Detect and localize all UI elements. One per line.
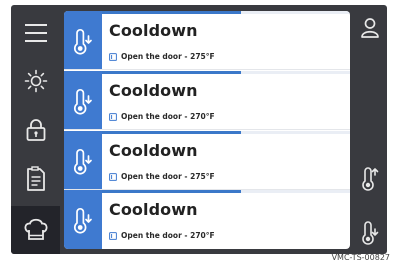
program-list: Cooldown Open the door - 275°F Cooldown Ope… (64, 11, 350, 249)
card-title: Cooldown (109, 141, 198, 160)
temperature-down-button[interactable] (353, 216, 387, 250)
control-panel-screen: Cooldown Open the door - 275°F Cooldown Ope… (11, 5, 387, 254)
card-title: Cooldown (109, 200, 198, 219)
program-card[interactable]: Cooldown Open the door - 270°F (64, 71, 350, 130)
progress-bar (64, 190, 350, 193)
sun-icon (24, 69, 47, 93)
thermometer-down-icon (74, 148, 92, 175)
door-icon (109, 112, 117, 121)
program-card[interactable]: Cooldown Open the door - 275°F (64, 131, 350, 190)
card-subtitle-text: Open the door - 275°F (121, 172, 215, 181)
door-icon (109, 52, 117, 61)
light-button[interactable] (11, 59, 60, 103)
thermometer-down-icon (362, 221, 379, 245)
right-sidebar (353, 5, 387, 254)
cooking-button[interactable] (11, 206, 60, 254)
thermometer-down-icon (74, 207, 92, 234)
card-subtitle: Open the door - 270°F (109, 231, 215, 240)
card-subtitle: Open the door - 275°F (109, 52, 215, 61)
user-button[interactable] (353, 11, 387, 45)
card-icon-box (64, 71, 102, 130)
user-icon (361, 18, 379, 38)
door-icon (109, 172, 117, 181)
card-subtitle-text: Open the door - 270°F (121, 231, 215, 240)
divider (64, 129, 350, 130)
lock-button[interactable] (11, 108, 60, 152)
card-title: Cooldown (109, 21, 198, 40)
divider (64, 69, 350, 70)
progress-bar (64, 71, 350, 74)
progress-bar (64, 131, 350, 134)
door-icon (109, 231, 117, 240)
card-icon-box (64, 131, 102, 190)
progress-bar (64, 11, 350, 14)
menu-icon (24, 24, 47, 42)
left-sidebar (11, 5, 60, 254)
card-subtitle-text: Open the door - 270°F (121, 112, 215, 121)
lock-icon (26, 119, 45, 141)
card-subtitle-text: Open the door - 275°F (121, 52, 215, 61)
chef-hat-icon (23, 218, 48, 240)
thermometer-down-icon (74, 28, 92, 55)
card-subtitle: Open the door - 275°F (109, 172, 215, 181)
program-card[interactable]: Cooldown Open the door - 275°F (64, 11, 350, 70)
menu-button[interactable] (11, 11, 60, 55)
thermometer-up-icon (362, 167, 379, 191)
program-card[interactable]: Cooldown Open the door - 270°F (64, 190, 350, 249)
image-id-label: VMC-TS-00827 (331, 253, 390, 262)
recipes-button[interactable] (11, 157, 60, 201)
thermometer-down-icon (74, 88, 92, 115)
document-icon (26, 166, 45, 191)
card-title: Cooldown (109, 81, 198, 100)
temperature-up-button[interactable] (353, 162, 387, 196)
card-subtitle: Open the door - 270°F (109, 112, 215, 121)
card-icon-box (64, 11, 102, 70)
card-icon-box (64, 190, 102, 249)
